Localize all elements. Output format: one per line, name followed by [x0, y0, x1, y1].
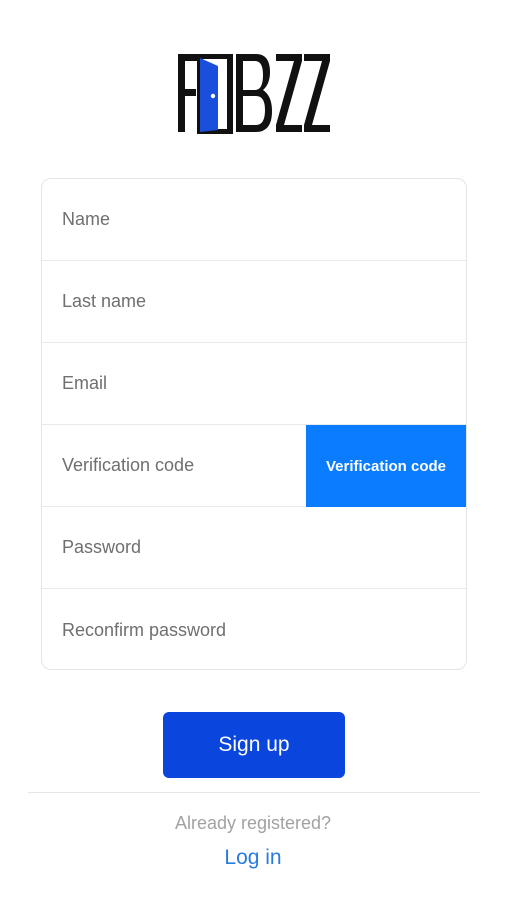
name-row	[42, 179, 466, 261]
email-input[interactable]	[42, 343, 466, 424]
last-name-input[interactable]	[42, 261, 466, 342]
send-verification-code-button[interactable]: Verification code	[306, 425, 466, 507]
last-name-row	[42, 261, 466, 343]
log-in-link[interactable]: Log in	[0, 846, 506, 870]
password-input[interactable]	[42, 507, 466, 588]
verification-code-input[interactable]	[42, 425, 307, 506]
verification-row: Verification code	[42, 425, 466, 507]
reconfirm-password-row	[42, 589, 466, 669]
signup-form: Verification code	[41, 178, 467, 670]
sign-up-button[interactable]: Sign up	[163, 712, 345, 778]
brand-logo	[178, 54, 330, 134]
reconfirm-password-input[interactable]	[42, 589, 466, 669]
email-row	[42, 343, 466, 425]
already-registered-text: Already registered?	[174, 813, 332, 833]
logo-mark	[178, 54, 330, 134]
divider	[28, 792, 480, 793]
name-input[interactable]	[42, 179, 466, 260]
password-row	[42, 507, 466, 589]
